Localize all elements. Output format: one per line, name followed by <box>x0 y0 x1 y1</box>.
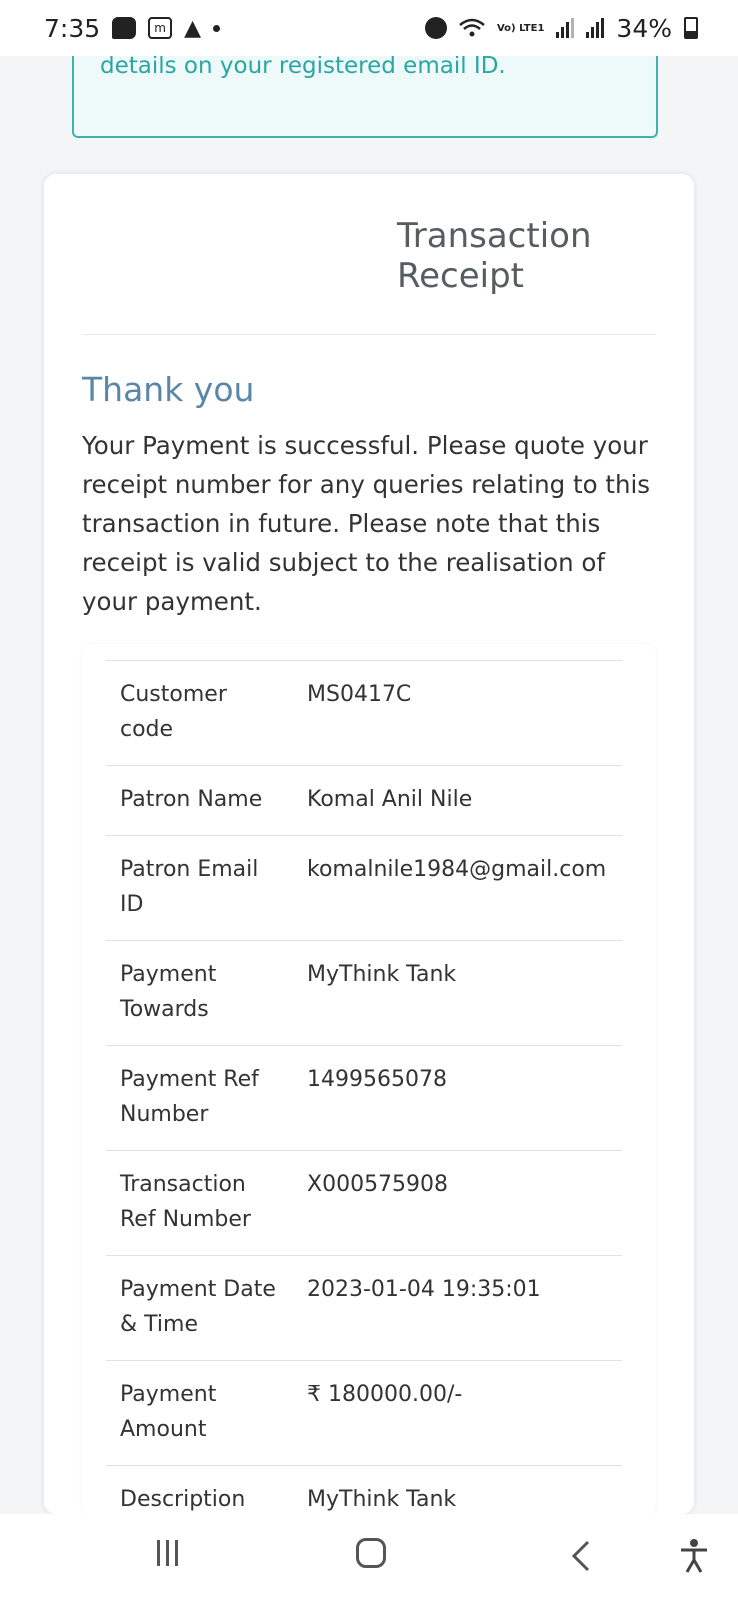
table-row: Patron Email ID komalnile1984@gmail.com <box>106 835 622 941</box>
page-title: Transaction Receipt <box>397 216 592 296</box>
row-value: ₹ 180000.00/- <box>293 1360 622 1466</box>
row-label: Payment Amount <box>106 1360 293 1466</box>
volte-icon: Vo) LTE1 <box>496 22 545 34</box>
row-value: MyThink Tank <box>293 940 622 1046</box>
table-row: Payment Ref Number 1499565078 <box>106 1045 622 1151</box>
row-value: 2023-01-04 19:35:01 <box>293 1255 622 1361</box>
table-row: Customer code MS0417C <box>106 660 622 766</box>
dot-icon <box>213 24 221 32</box>
table-row: Payment Date & Time 2023-01-04 19:35:01 <box>106 1255 622 1361</box>
receipt-table: Customer code MS0417C Patron Name Komal … <box>106 660 622 1536</box>
row-value: Komal Anil Nile <box>293 765 622 836</box>
alarm-icon <box>424 17 447 39</box>
home-icon[interactable] <box>356 1538 386 1568</box>
m-app-icon: m <box>148 17 173 39</box>
navigation-bar <box>0 1514 738 1600</box>
success-message: Your Payment is successful. Please quote… <box>82 431 651 616</box>
row-label: Payment Date & Time <box>106 1255 293 1361</box>
status-right: Vo) LTE1 34% <box>424 13 698 43</box>
row-value: 1499565078 <box>293 1045 622 1151</box>
row-label: Customer code <box>106 660 293 766</box>
table-row: Payment Amount ₹ 180000.00/- <box>106 1360 622 1466</box>
receipt-details: Customer code MS0417C Patron Name Komal … <box>82 644 656 1536</box>
battery-percent: 34% <box>616 13 672 43</box>
row-label: Transaction Ref Number <box>106 1150 293 1256</box>
wifi-icon <box>459 18 485 38</box>
row-label: Payment Towards <box>106 940 293 1046</box>
table-row: Payment Towards MyThink Tank <box>106 940 622 1046</box>
signal-icon <box>586 18 605 38</box>
back-icon[interactable] <box>565 1536 595 1576</box>
table-row: Patron Name Komal Anil Nile <box>106 765 622 836</box>
table-row: Transaction Ref Number X000575908 <box>106 1150 622 1256</box>
signal-icon <box>556 18 575 38</box>
accessibility-icon[interactable] <box>678 1536 710 1576</box>
status-bar: 7:35 m ▲ Vo) LTE1 34% <box>0 0 738 56</box>
recents-icon[interactable] <box>150 1536 184 1570</box>
status-time: 7:35 <box>44 13 101 43</box>
row-label: Payment Ref Number <box>106 1045 293 1151</box>
divider <box>82 334 656 335</box>
triangle-app-icon: ▲ <box>184 15 202 41</box>
row-value: komalnile1984@gmail.com <box>293 835 622 941</box>
receipt-card: Transaction Receipt Thank you Your Payme… <box>44 174 694 1536</box>
row-value: X000575908 <box>293 1150 622 1256</box>
row-value: MS0417C <box>293 660 622 766</box>
message-icon <box>112 17 137 39</box>
thank-you-heading: Thank you <box>82 370 255 409</box>
row-label: Patron Name <box>106 765 293 836</box>
row-label: Patron Email ID <box>106 835 293 941</box>
battery-icon <box>684 17 698 39</box>
status-left: 7:35 m ▲ <box>44 13 221 43</box>
